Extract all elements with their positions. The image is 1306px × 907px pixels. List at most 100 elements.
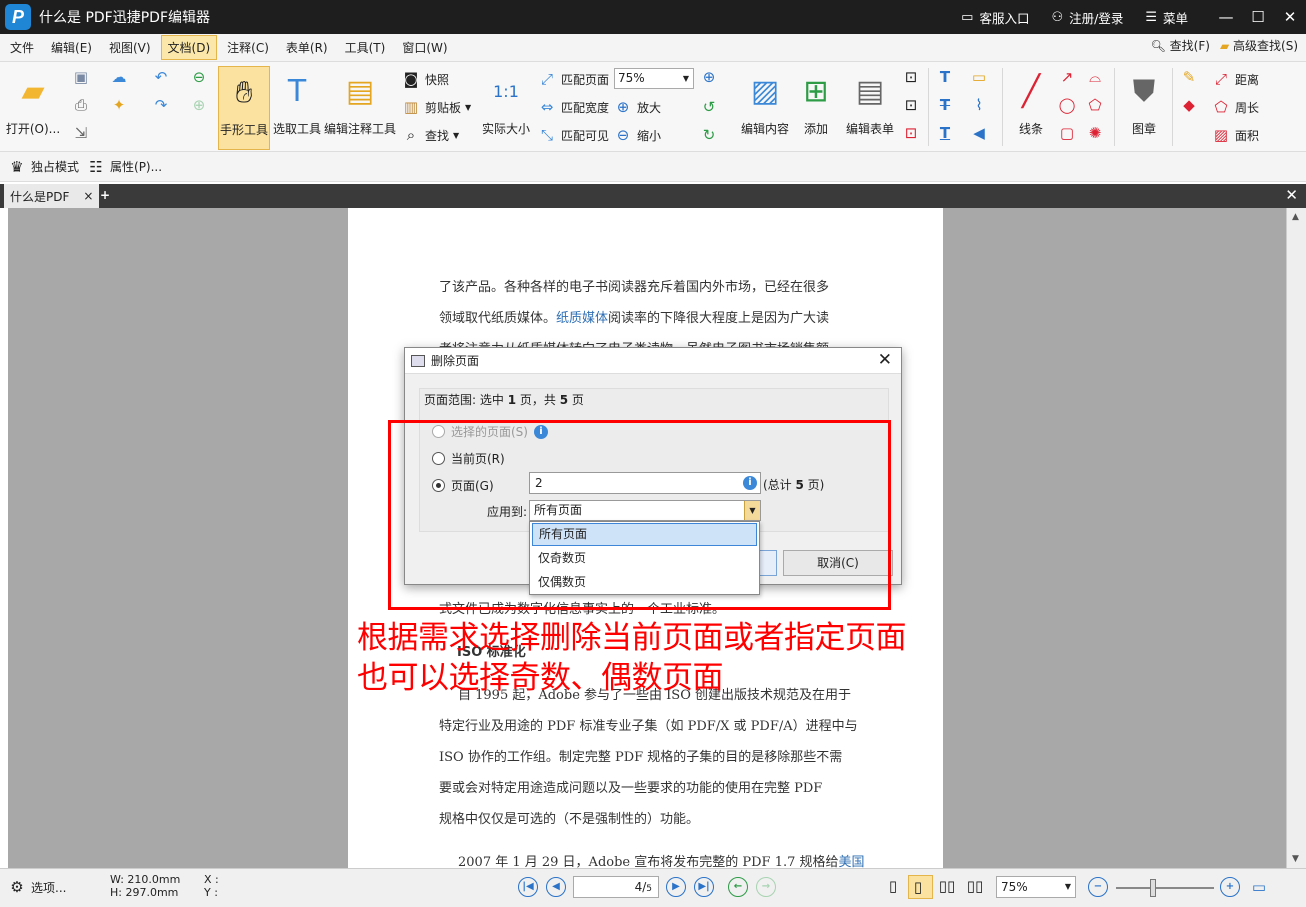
- actual-size-button[interactable]: 1:1 实际大小: [480, 66, 532, 137]
- menu-form[interactable]: 表单(R): [279, 35, 335, 60]
- zoom-in-button[interactable]: ⊕ 放大: [614, 98, 661, 116]
- fit-page-button[interactable]: ⤢ 匹配页面: [538, 70, 609, 88]
- login-link[interactable]: ⚇ 注册/登录: [1051, 8, 1123, 27]
- menu-file[interactable]: 文件: [3, 35, 41, 60]
- prev-page-button[interactable]: ◀: [546, 877, 566, 897]
- main-menu-button[interactable]: ☰ 菜单: [1145, 8, 1188, 27]
- cloud-tool-button[interactable]: ✺: [1086, 124, 1109, 142]
- find-tool-button[interactable]: ⌕ 查找 ▼: [402, 126, 459, 144]
- clipboard-button[interactable]: ▥ 剪贴板 ▼: [402, 98, 471, 116]
- zoom-select[interactable]: 75% ▼: [614, 68, 694, 89]
- fit-visible-button[interactable]: ⤡ 匹配可见: [538, 126, 609, 144]
- pencil-button[interactable]: ✎: [1180, 68, 1203, 86]
- page-size-readout: W: 210.0mm H: 297.0mm: [110, 873, 181, 899]
- document-tab[interactable]: 什么是PDF ×: [4, 184, 100, 208]
- strikeout-button[interactable]: T: [936, 96, 959, 114]
- menu-edit[interactable]: 编辑(E): [44, 35, 99, 60]
- export-button[interactable]: ⇲: [72, 124, 95, 142]
- last-page-button[interactable]: ▶|: [694, 877, 714, 897]
- undo-button[interactable]: ↶: [152, 68, 175, 86]
- text-field2-button[interactable]: ⊡: [902, 96, 925, 114]
- add-button[interactable]: ⊞ 添加: [794, 66, 838, 137]
- perimeter-tool-button[interactable]: ⬠ 周长: [1212, 98, 1259, 116]
- usa-link[interactable]: 美国: [839, 855, 865, 868]
- status-zoom-out-button[interactable]: −: [1088, 877, 1108, 897]
- properties-button[interactable]: ☷ 属性(P)...: [87, 158, 162, 176]
- fit-width-button[interactable]: ⇔ 匹配宽度: [538, 98, 609, 116]
- exclusive-mode-button[interactable]: ♛ 独占模式: [8, 158, 79, 176]
- options-button[interactable]: ⚙ 选项...: [8, 878, 66, 896]
- snapshot-button[interactable]: ◙ 快照: [402, 70, 449, 88]
- attach-button[interactable]: ⌇: [970, 96, 993, 114]
- line-tool-button[interactable]: ╱ 线条: [1006, 66, 1056, 137]
- two-page-view-button[interactable]: ▯▯: [938, 877, 961, 895]
- edit-annotation-tool-button[interactable]: ▤ 编辑注释工具: [324, 66, 396, 137]
- edit-content-button[interactable]: ▨ 编辑内容: [738, 66, 792, 137]
- new-button[interactable]: ✦: [110, 96, 133, 114]
- zoom-tool-button[interactable]: ⊕: [700, 68, 723, 86]
- forward-button[interactable]: ⊕: [190, 96, 213, 114]
- back-button[interactable]: ⊖: [190, 68, 213, 86]
- eraser-button[interactable]: ◆: [1180, 96, 1203, 114]
- text-field-button[interactable]: ⊡: [902, 68, 925, 86]
- edit-form-button[interactable]: ▤ 编辑表单: [842, 66, 898, 137]
- menu-comment[interactable]: 注释(C): [220, 35, 276, 60]
- menu-tools[interactable]: 工具(T): [338, 35, 393, 60]
- zoom-slider-thumb[interactable]: [1150, 879, 1156, 897]
- fullscreen-button[interactable]: ▭: [1250, 878, 1273, 896]
- select-tool-button[interactable]: T 选取工具: [272, 66, 322, 137]
- status-zoom-in-button[interactable]: +: [1220, 877, 1240, 897]
- support-link[interactable]: ▭ 客服入口: [961, 8, 1029, 27]
- maximize-button[interactable]: ☐: [1242, 8, 1274, 26]
- open-button[interactable]: ▰ 打开(O)...: [6, 66, 60, 137]
- rotate-left-button[interactable]: ↺: [700, 98, 723, 116]
- continuous-view-button[interactable]: ▯: [908, 875, 933, 899]
- stamp-button[interactable]: ⛊ 图章: [1118, 66, 1170, 137]
- distance-tool-button[interactable]: ⤢ 距离: [1212, 70, 1259, 88]
- close-document-icon[interactable]: ✕: [1285, 186, 1298, 204]
- advanced-find-button[interactable]: ▰ 高级查找(S): [1220, 37, 1298, 54]
- dialog-close-icon[interactable]: ✕: [878, 350, 892, 370]
- next-page-button[interactable]: ▶: [666, 877, 686, 897]
- menu-view[interactable]: 视图(V): [102, 35, 158, 60]
- polygon-tool-button[interactable]: ⬠: [1086, 96, 1109, 114]
- polyline-tool-button[interactable]: ⌓: [1086, 68, 1109, 86]
- redo-button[interactable]: ↷: [152, 96, 175, 114]
- two-page-icon: ▯▯: [938, 877, 956, 895]
- history-forward-button[interactable]: →: [756, 877, 776, 897]
- rotate-right-button[interactable]: ↻: [700, 126, 723, 144]
- hand-tool-button[interactable]: ✋︎ 手形工具: [218, 66, 270, 150]
- area-tool-button[interactable]: ▨ 面积: [1212, 126, 1259, 144]
- status-zoom-select[interactable]: 75% ▼: [996, 876, 1076, 898]
- menu-document[interactable]: 文档(D): [160, 35, 218, 60]
- single-page-view-button[interactable]: ▯: [884, 877, 907, 895]
- first-page-button[interactable]: |◀: [518, 877, 538, 897]
- close-icon[interactable]: ×: [83, 189, 93, 203]
- note-button[interactable]: ▭: [970, 68, 993, 86]
- ellipse-tool-button[interactable]: ◯: [1058, 96, 1081, 114]
- page-range-title: 页面范围: 选中 1 页，共 5 页: [424, 393, 584, 407]
- underline-button[interactable]: T: [936, 124, 959, 142]
- rectangle-tool-button[interactable]: ▢: [1058, 124, 1081, 142]
- zoom-slider-track[interactable]: [1116, 887, 1214, 889]
- text-field3-button[interactable]: ⊡: [902, 124, 925, 142]
- sound-button[interactable]: ◀: [970, 124, 993, 142]
- scroll-down-icon[interactable]: ▼: [1292, 854, 1299, 864]
- two-page-continuous-button[interactable]: ▯▯: [966, 877, 989, 895]
- close-window-button[interactable]: ✕: [1274, 8, 1306, 26]
- history-back-button[interactable]: ←: [728, 877, 748, 897]
- typewriter-button[interactable]: T: [936, 68, 959, 86]
- upload-button[interactable]: ☁: [110, 68, 133, 86]
- page-number-input[interactable]: 4/5: [573, 876, 659, 898]
- zoom-out-button[interactable]: ⊖ 缩小: [614, 126, 661, 144]
- arrow-tool-button[interactable]: ↗: [1058, 68, 1081, 86]
- menu-window[interactable]: 窗口(W): [395, 35, 454, 60]
- minimize-button[interactable]: —: [1210, 8, 1242, 26]
- scroll-up-icon[interactable]: ▲: [1292, 212, 1299, 222]
- find-button[interactable]: 🔍︎ 查找(F): [1151, 37, 1210, 54]
- vertical-scrollbar[interactable]: ▲ ▼: [1286, 208, 1306, 868]
- new-tab-icon[interactable]: +: [96, 186, 114, 204]
- save-button[interactable]: ▣: [72, 68, 95, 86]
- print-button[interactable]: ⎙: [72, 96, 95, 114]
- paper-media-link[interactable]: 纸质媒体: [556, 311, 608, 326]
